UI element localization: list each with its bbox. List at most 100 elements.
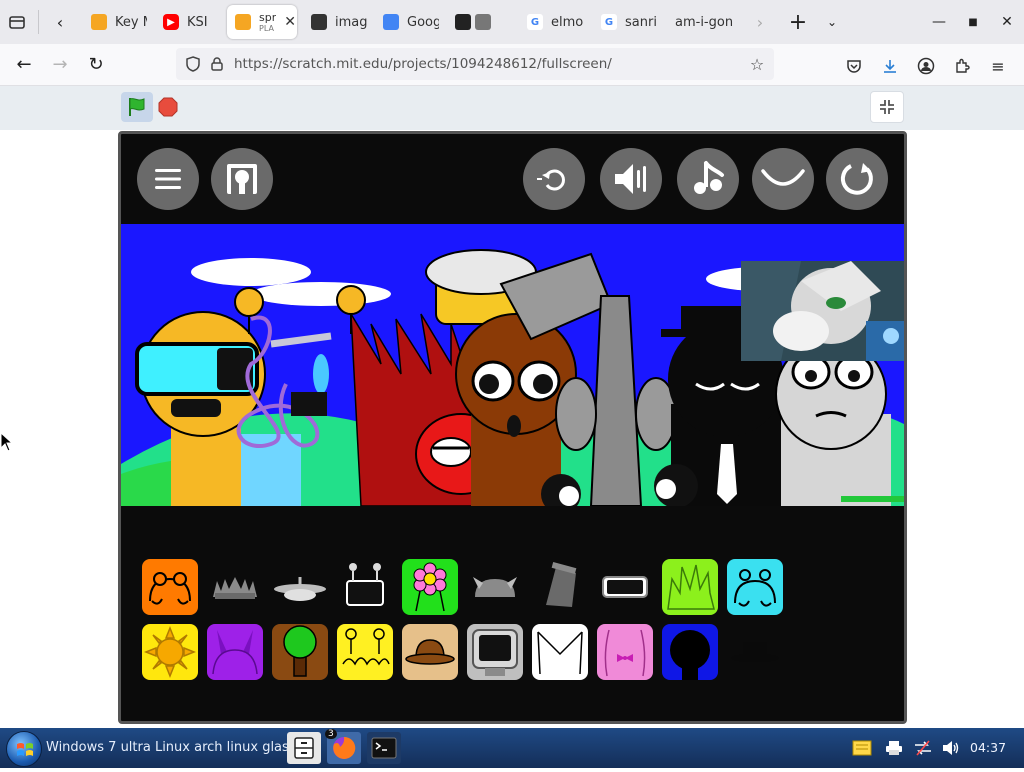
taskbar: Windows 7 ultra Linux arch linux glass 3… [0,728,1024,768]
tab-subtitle: PLA [259,23,274,33]
file-cabinet-icon [294,737,314,759]
browser-tab[interactable]: imag [303,5,375,39]
maximize-icon[interactable]: ■ [956,5,990,39]
cloud [251,282,391,306]
visor-sound[interactable] [597,559,653,615]
terminal-taskbar-button[interactable] [367,732,401,764]
tab-title: am-i-gon [675,14,734,30]
start-menu-label[interactable]: Windows 7 ultra Linux arch linux glass [46,740,296,755]
image-icon [311,14,327,30]
spiky-hat-sound[interactable] [207,559,263,615]
pocket-icon[interactable] [836,48,872,84]
browser-tab[interactable]: Goog [375,5,447,39]
cloud [191,258,311,286]
browser-tab[interactable]: G sanri [593,5,667,39]
reset-button[interactable] [826,148,888,210]
lime-spiky-sound[interactable] [662,559,718,615]
gray-stick [270,332,332,348]
orange-frog-sound[interactable] [142,559,198,615]
firefox-taskbar-button[interactable]: 3 [325,729,361,764]
antenna-box-sound[interactable] [337,559,393,615]
green-flag-icon [129,98,145,116]
menu-button[interactable] [137,148,199,210]
purple-horns-sound[interactable] [207,624,263,680]
minimize-icon[interactable]: — [922,5,956,39]
tab-strip: ‹ Key M ▶ KSI spr PLA ✕ imag Goog G elmo… [0,0,1024,44]
browser-tab[interactable]: ▶ KSI [155,5,227,39]
lock-icon[interactable] [206,53,228,75]
exit-fullscreen-icon [880,100,894,114]
refresh-button[interactable] [523,148,585,210]
music-button[interactable] [677,148,739,210]
clock[interactable]: 04:37 [970,740,1006,755]
scroll-tabs-left-icon[interactable]: ‹ [43,5,77,39]
green-flag-button[interactable] [121,92,153,122]
character-scene[interactable] [121,224,904,506]
smile-button[interactable] [752,148,814,210]
navigation-bar: ← → ↻ https://scratch.mit.edu/projects/1… [0,44,1024,86]
flower-sound[interactable] [402,559,458,615]
reload-icon[interactable]: ↻ [78,47,114,83]
back-icon[interactable]: ← [6,47,42,83]
tab-title: spr [259,11,277,24]
start-button[interactable] [6,731,42,767]
browser-tab[interactable] [447,5,519,39]
url-text: https://scratch.mit.edu/projects/1094248… [234,56,612,72]
portrait-button[interactable] [211,148,273,210]
bookmark-star-icon[interactable]: ☆ [746,53,768,75]
list-tabs-icon[interactable]: ⌄ [815,5,849,39]
network-tray-icon[interactable] [913,738,933,758]
browser-tab-active[interactable]: spr PLA ✕ [227,5,297,39]
account-icon[interactable] [908,48,944,84]
scratch-icon [235,14,251,30]
cyan-frog-sound[interactable] [727,559,783,615]
portrait-icon [227,164,257,194]
qr-icon [455,14,471,30]
new-tab-icon[interactable]: + [781,5,815,39]
file-manager-taskbar-button[interactable] [287,732,321,764]
gray-frown-character [775,338,904,506]
google-icon: G [601,14,617,30]
menu-icon[interactable]: ≡ [980,48,1016,84]
stop-button[interactable] [158,97,178,117]
bucket-hat-sound[interactable] [532,559,588,615]
browser-tab[interactable]: am-i-gon [667,5,743,39]
qr-icon [475,14,491,30]
brown-hat-sound[interactable] [402,624,458,680]
scroll-tabs-right-icon[interactable]: › [743,5,777,39]
downloads-icon[interactable] [872,48,908,84]
yellow-antenna-sound[interactable] [337,624,393,680]
close-tab-icon[interactable]: ✕ [284,14,296,30]
tab-title: imag [335,14,367,30]
close-window-icon[interactable]: ✕ [990,5,1024,39]
tab-overview-icon[interactable] [0,5,34,39]
browser-tab[interactable]: G elmo [519,5,593,39]
pink-bow-sound[interactable] [597,624,653,680]
shield-icon[interactable] [182,53,204,75]
forward-icon[interactable]: → [42,47,78,83]
extensions-icon[interactable] [944,48,980,84]
sound-button[interactable] [600,148,662,210]
hamburger-icon [155,169,181,189]
exit-fullscreen-button[interactable] [870,91,904,123]
project-stage[interactable] [118,131,907,724]
top-hat-sound[interactable] [727,624,783,680]
terminal-icon [371,737,397,759]
address-bar[interactable]: https://scratch.mit.edu/projects/1094248… [176,48,774,80]
computer-sound[interactable] [467,624,523,680]
blue-shadow-sound[interactable] [662,624,718,680]
black-box [291,392,327,416]
tab-title: sanri [625,14,657,30]
google-icon: G [527,14,543,30]
envelope-sound[interactable] [532,624,588,680]
horned-helmet-sound[interactable] [467,559,523,615]
browser-tab[interactable]: Key M [83,5,155,39]
volume-tray-icon[interactable] [941,738,961,758]
notes-tray-icon[interactable] [852,738,872,758]
tree-sound[interactable] [272,624,328,680]
sun-sound[interactable] [142,624,198,680]
ufo-hat-sound[interactable] [272,559,328,615]
tab-title: Goog [407,14,439,30]
mouse-cursor-icon [0,432,14,452]
printer-tray-icon[interactable] [884,738,904,758]
